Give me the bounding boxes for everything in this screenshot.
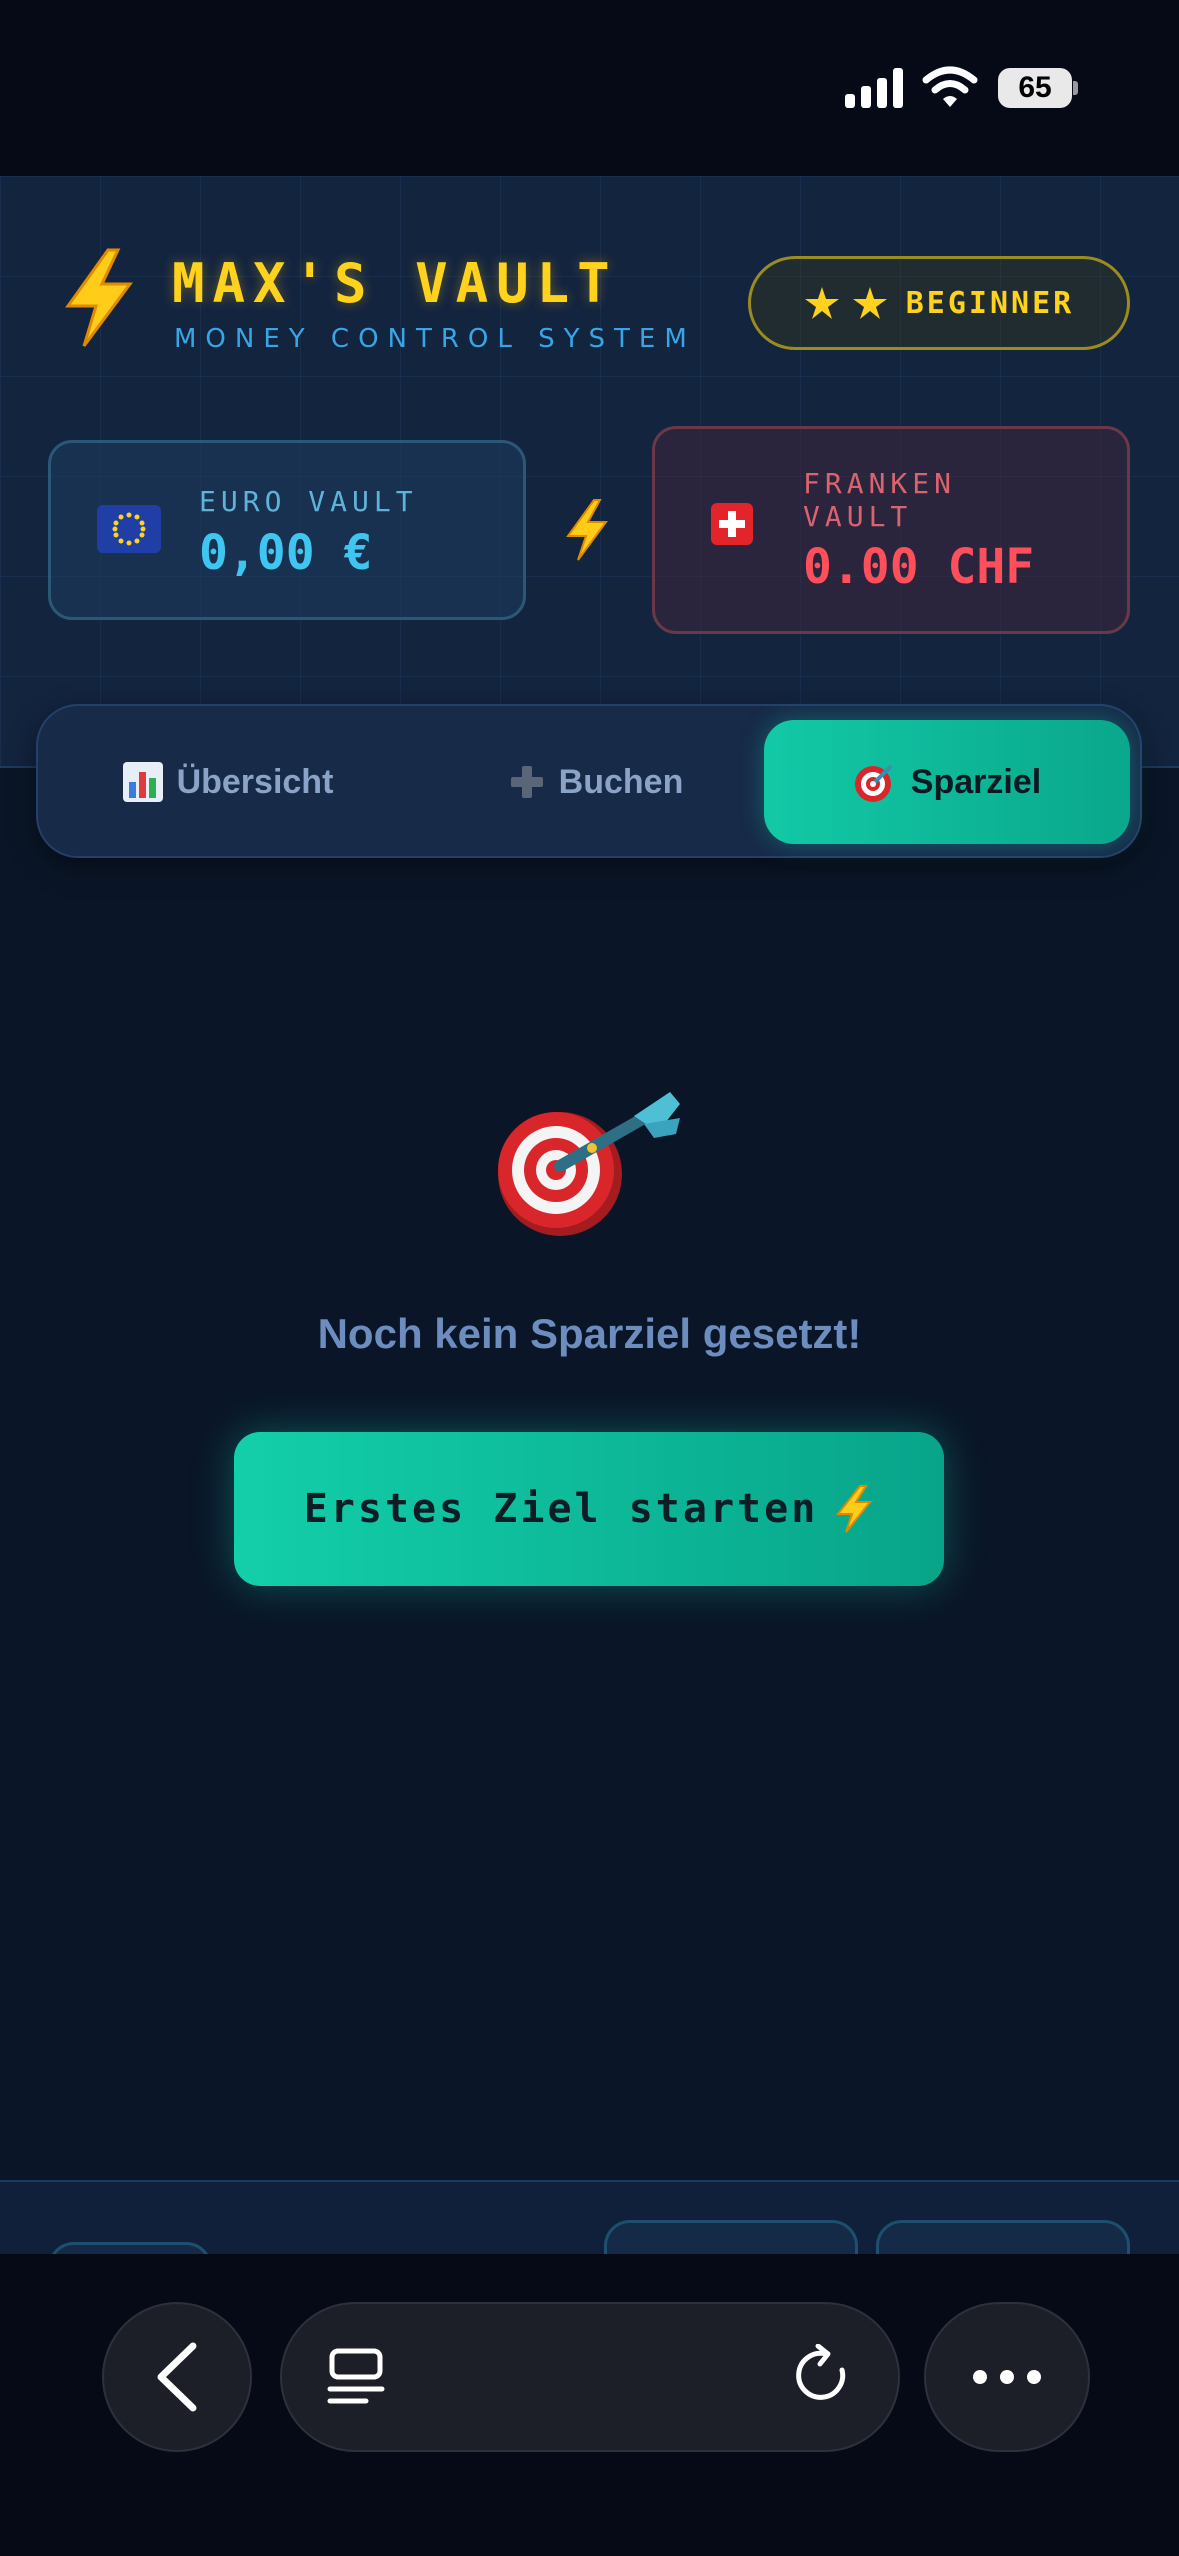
swiss-flag-icon [711,503,753,545]
tab-savings-goal[interactable]: Sparziel [764,720,1130,844]
bottom-nav-item[interactable] [48,2242,212,2254]
lightning-icon [65,248,133,347]
more-button[interactable] [924,2302,1090,2452]
reload-icon[interactable] [794,2344,854,2410]
chevron-left-icon [157,2342,197,2412]
battery-icon: 65 [998,68,1078,108]
status-bar: 65 [0,0,1179,176]
euro-vault-card[interactable]: EURO VAULT 0,00 € [48,440,526,620]
euro-vault-balance: 0,00 € [199,525,373,581]
bottom-nav-item[interactable] [876,2220,1130,2254]
empty-state-message: Noch kein Sparziel gesetzt! [317,1310,862,1357]
lightning-icon [836,1485,873,1533]
tabs-icon [327,2348,385,2404]
target-icon [854,764,893,802]
franc-vault-label: FRANKEN VAULT [803,467,957,533]
ellipsis-icon [973,2370,1041,2384]
star-icon [852,287,887,319]
dart-target-icon [498,1092,680,1236]
browser-toolbar [0,2254,1179,2556]
battery-level: 65 [1018,71,1052,104]
tab-overview-label: Übersicht [176,762,334,801]
start-first-goal-label: Erstes Ziel starten [303,1486,819,1532]
euro-vault-label: EURO VAULT [199,485,418,518]
back-button[interactable] [102,2302,252,2452]
start-first-goal-button[interactable]: Erstes Ziel starten [234,1432,944,1586]
franc-vault-balance: 0.00 CHF [803,539,1035,595]
eu-flag-icon [97,505,161,553]
app-header: MAX'S VAULT MONEY CONTROL SYSTEM BEGINNE… [0,176,1179,768]
franc-vault-card[interactable]: FRANKEN VAULT 0.00 CHF [652,426,1130,634]
cellular-signal-icon [845,68,903,108]
wifi-icon [922,66,978,107]
bottom-nav-item[interactable] [604,2220,858,2254]
tab-book[interactable]: Buchen [418,720,774,844]
level-label: BEGINNER [905,285,1075,321]
star-icon [804,287,839,319]
plus-icon [510,766,543,798]
tab-book-label: Buchen [558,762,684,801]
app-title: MAX'S VAULT [172,252,618,315]
level-badge[interactable]: BEGINNER [748,256,1130,350]
app-subtitle: MONEY CONTROL SYSTEM [174,324,696,354]
tab-overview[interactable]: Übersicht [50,720,406,844]
tab-bar: Übersicht Buchen Sparziel [36,704,1142,858]
address-bar[interactable] [280,2302,900,2452]
lightning-icon [566,499,608,561]
bar-chart-icon [122,762,163,802]
tab-savings-goal-label: Sparziel [910,762,1042,801]
bottom-navigation [0,2180,1179,2254]
